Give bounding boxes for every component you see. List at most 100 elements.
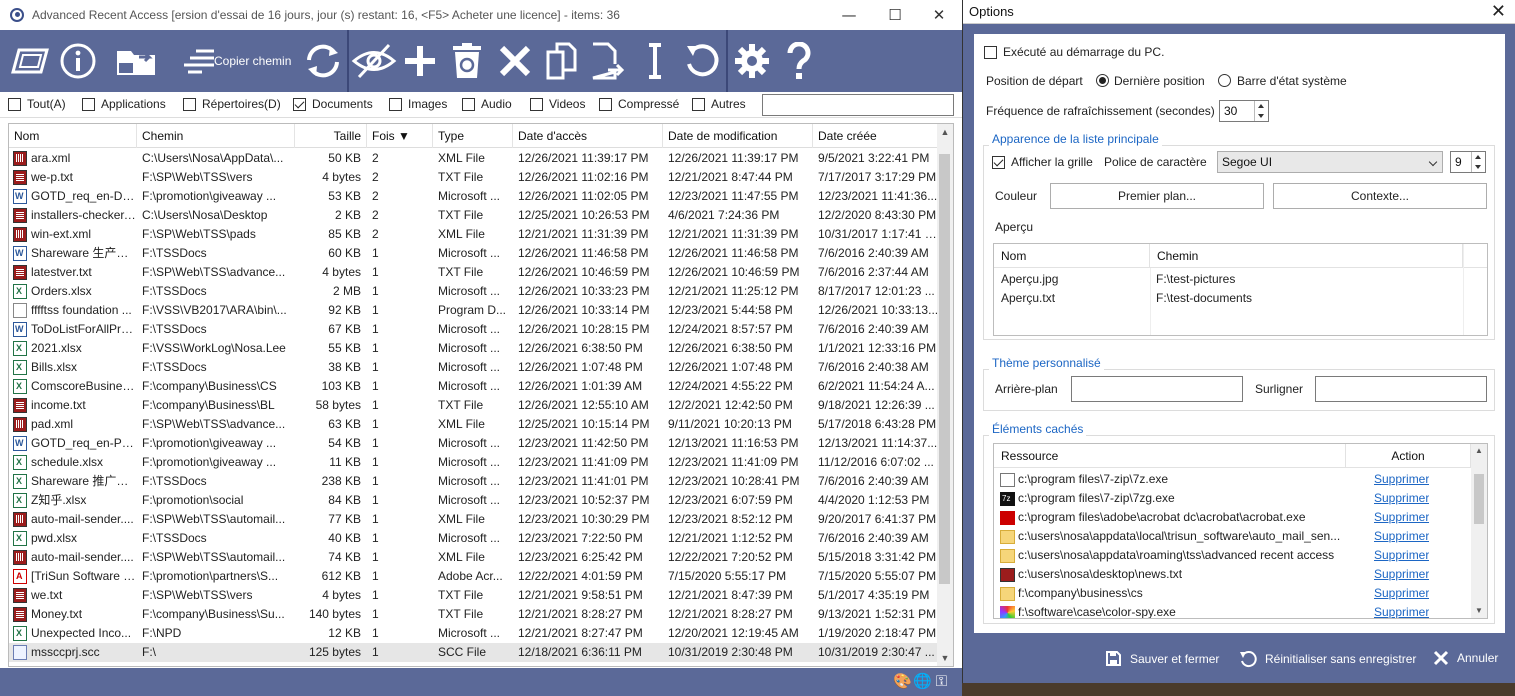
column-header-type[interactable]: Type [433, 124, 513, 148]
minimize-button[interactable]: — [826, 0, 872, 30]
filter-checkbox[interactable] [8, 97, 21, 111]
table-row[interactable]: Shareware 生产经... F:\TSSDocs 60 KB 1 Microsof… [9, 244, 939, 263]
filter-others[interactable]: Autres [692, 97, 746, 111]
move-files-button[interactable] [586, 36, 628, 86]
table-row[interactable]: GOTD_req_en-PTX... F:\promotion\giveaway … [9, 434, 939, 453]
options-close-button[interactable]: ✕ [1491, 0, 1506, 24]
copy-files-button[interactable] [540, 36, 582, 86]
table-row[interactable]: ToDoListForAllPro... F:\TSSDocs 67 KB 1 Micr… [9, 320, 939, 339]
table-row[interactable]: win-ext.xml F:\SP\Web\TSS\pads 85 KB 2 XML F… [9, 225, 939, 244]
hide-button[interactable] [350, 36, 398, 86]
table-row[interactable]: ara.xml C:\Users\Nosa\AppData\... 50 KB 2 XM… [9, 149, 939, 168]
table-row[interactable]: ComscoreBusines... F:\company\Business\CS… [9, 377, 939, 396]
hidden-items-scrollbar[interactable]: ▲ ▼ [1471, 444, 1487, 618]
start-pos-last-label[interactable]: Dernière position [1114, 74, 1205, 88]
column-header-modified[interactable]: Date de modification [663, 124, 813, 148]
table-row[interactable]: Z知乎.xlsx F:\promotion\social 84 KB 1 Microso… [9, 491, 939, 510]
filter-checkbox[interactable] [293, 97, 306, 111]
table-row[interactable]: latestver.txt F:\SP\Web\TSS\advance... 4 b… [9, 263, 939, 282]
scroll-down-icon[interactable]: ▼ [937, 650, 953, 666]
foreground-color-button[interactable]: Premier plan... [1050, 183, 1264, 209]
filter-checkbox[interactable] [462, 97, 475, 111]
remove-hidden-item-link[interactable]: Supprimer [1374, 491, 1429, 505]
table-row[interactable]: Bills.xlsx F:\TSSDocs 38 KB 1 Microsoft ... 1… [9, 358, 939, 377]
table-row[interactable]: auto-mail-sender.... F:\SP\Web\TSS\automa… [9, 510, 939, 529]
filter-search-input[interactable] [762, 94, 954, 116]
table-row[interactable]: [TriSun Software x... F:\promotion\partne… [9, 567, 939, 586]
remove-hidden-item-link[interactable]: Supprimer [1374, 472, 1429, 486]
filter-images[interactable]: Images [389, 97, 447, 111]
table-row[interactable]: we.txt F:\SP\Web\TSS\vers 4 bytes 1 TXT File… [9, 586, 939, 605]
filter-compressed[interactable]: Compressé [599, 97, 679, 111]
help-button[interactable] [778, 36, 820, 86]
filter-checkbox[interactable] [692, 97, 705, 111]
scroll-down-icon[interactable]: ▼ [1471, 604, 1487, 618]
refresh-button[interactable] [300, 36, 346, 86]
filter-videos[interactable]: Videos [530, 97, 585, 111]
remove-hidden-item-link[interactable]: Supprimer [1374, 586, 1429, 600]
table-row[interactable]: installers-checker.... C:\Users\Nosa\Desk… [9, 206, 939, 225]
start-pos-tray-radio[interactable] [1218, 74, 1231, 87]
key-icon[interactable]: ⚿ [933, 673, 950, 690]
filter-checkbox[interactable] [599, 97, 612, 111]
cancel-button[interactable]: Annuler [1433, 650, 1498, 666]
column-header-accessed[interactable]: Date d'accès [513, 124, 663, 148]
globe-icon[interactable]: 🌐 [913, 673, 932, 690]
filter-checkbox[interactable] [82, 97, 95, 111]
refresh-stepper[interactable]: 30 [1219, 100, 1269, 122]
reset-no-save-button[interactable]: Réinitialiser sans enregistrer [1239, 650, 1416, 668]
show-grid-option[interactable]: Afficher la grille [992, 155, 1093, 169]
spin-arrows-icon[interactable] [1471, 152, 1485, 172]
list-scrollbar[interactable]: ▲ ▼ [937, 124, 953, 666]
remove-hidden-item-link[interactable]: Supprimer [1374, 529, 1429, 543]
table-row[interactable]: we-p.txt F:\SP\Web\TSS\vers 4 bytes 2 TXT Fi… [9, 168, 939, 187]
show-grid-checkbox[interactable] [992, 155, 1005, 169]
table-row[interactable]: 2021.xlsx F:\VSS\WorkLog\Nosa.Lee 55 KB 1 Mi… [9, 339, 939, 358]
maximize-button[interactable]: ☐ [872, 0, 918, 30]
filter-applications[interactable]: Applications [82, 97, 166, 111]
remove-button[interactable] [494, 36, 536, 86]
theme-hl-input[interactable] [1315, 376, 1487, 402]
reset-button[interactable] [680, 36, 724, 86]
font-size-stepper[interactable]: 9 [1450, 151, 1486, 173]
filter-checkbox[interactable] [183, 97, 196, 111]
table-row[interactable]: fffftss foundation ... F:\VSS\VB2017\ARA\… [9, 301, 939, 320]
filter-checkbox[interactable] [530, 97, 543, 111]
theme-bg-input[interactable] [1071, 376, 1243, 402]
start-pos-tray-label[interactable]: Barre d'état système [1237, 74, 1347, 88]
recent-items-list[interactable]: Nom Chemin Taille Fois ▼ Type Date d'acc… [8, 123, 954, 667]
table-row[interactable]: GOTD_req_en-D2F... F:\promotion\giveaway … [9, 187, 939, 206]
start-pos-last-radio[interactable] [1096, 74, 1109, 87]
table-row[interactable]: pad.xml F:\SP\Web\TSS\advance... 63 KB 1 XML… [9, 415, 939, 434]
filter-directories[interactable]: Répertoires(D) [183, 97, 281, 111]
hidden-items-list[interactable]: Ressource Action c:\program files\7-zip\… [993, 443, 1488, 619]
column-header-created[interactable]: Date créée [813, 124, 939, 148]
table-row[interactable]: Unexpected Inco... F:\NPD 12 KB 1 Microsoft … [9, 624, 939, 643]
table-row[interactable]: mssccprj.scc F:\ 125 bytes 1 SCC File 12/18/2… [9, 643, 939, 662]
scroll-thumb[interactable] [1474, 474, 1484, 524]
toggle-window-button[interactable] [8, 36, 52, 86]
column-header-times[interactable]: Fois ▼ [367, 124, 433, 148]
remove-hidden-item-link[interactable]: Supprimer [1374, 567, 1429, 581]
rename-button[interactable] [634, 36, 676, 86]
table-row[interactable]: Orders.xlsx F:\TSSDocs 2 MB 1 Microsoft ... 1… [9, 282, 939, 301]
filter-all[interactable]: Tout(A) [8, 97, 66, 111]
table-row[interactable]: pwd.xlsx F:\TSSDocs 40 KB 1 Microsoft ... 12/… [9, 529, 939, 548]
column-header-name[interactable]: Nom [9, 124, 137, 148]
scroll-up-icon[interactable]: ▲ [937, 124, 953, 140]
table-row[interactable]: Money.txt F:\company\Business\Su... 140 by… [9, 605, 939, 624]
remove-hidden-item-link[interactable]: Supprimer [1374, 548, 1429, 562]
table-row[interactable]: schedule.xlsxF:\promotion\giveaway ...11… [9, 453, 939, 472]
remove-hidden-item-link[interactable]: Supprimer [1374, 510, 1429, 524]
close-button[interactable]: ✕ [916, 0, 962, 30]
spin-arrows-icon[interactable] [1254, 101, 1268, 121]
palette-icon[interactable]: 🎨 [893, 673, 912, 690]
about-button[interactable] [56, 36, 100, 86]
table-row[interactable]: Shareware 推广经... F:\TSSDocs 238 KB 1 Microso… [9, 472, 939, 491]
background-color-button[interactable]: Contexte... [1273, 183, 1487, 209]
scroll-thumb[interactable] [939, 154, 950, 584]
scroll-up-icon[interactable]: ▲ [1471, 444, 1487, 458]
filter-documents[interactable]: Documents [293, 97, 373, 111]
remove-hidden-item-link[interactable]: Supprimer [1374, 605, 1429, 618]
settings-button[interactable] [730, 36, 774, 86]
